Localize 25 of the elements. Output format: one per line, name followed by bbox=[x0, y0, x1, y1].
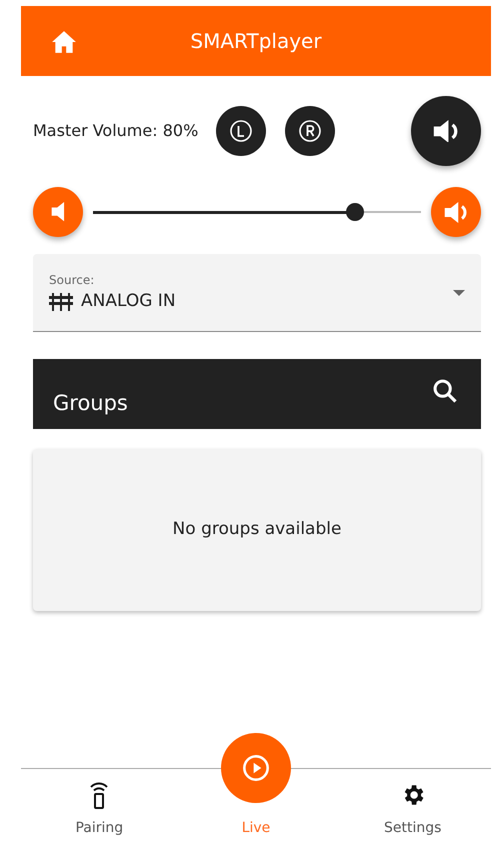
speaker-icon bbox=[51, 202, 65, 222]
groups-title: Groups bbox=[53, 390, 128, 416]
left-channel-icon bbox=[229, 119, 254, 143]
search-icon bbox=[431, 377, 459, 405]
speaker-button[interactable] bbox=[411, 96, 481, 166]
source-label: Source: bbox=[49, 272, 96, 289]
volume-down-button[interactable] bbox=[33, 187, 83, 237]
home-icon bbox=[51, 30, 77, 54]
home-button[interactable] bbox=[51, 30, 77, 54]
dropdown-caret-icon bbox=[453, 290, 465, 296]
volume-up-button[interactable] bbox=[431, 187, 481, 237]
speaker-icon bbox=[444, 202, 468, 222]
nav-tab[interactable]: Pairing bbox=[21, 733, 178, 843]
master-volume-label: Master Volume: 80% bbox=[33, 120, 198, 142]
right-channel-icon bbox=[298, 119, 322, 143]
empty-message: No groups available bbox=[172, 518, 342, 542]
left-channel-button[interactable] bbox=[216, 106, 266, 156]
source-select[interactable]: Source: ANALOG IN bbox=[33, 254, 481, 332]
source-value: ANALOG IN bbox=[81, 290, 176, 313]
search-button[interactable] bbox=[431, 377, 459, 405]
app-title: SMARTplayer bbox=[190, 28, 322, 55]
remote-signal-icon bbox=[88, 780, 110, 810]
nav-tab[interactable]: Settings bbox=[334, 733, 492, 843]
speaker-icon bbox=[433, 120, 459, 142]
play-icon bbox=[242, 754, 270, 782]
